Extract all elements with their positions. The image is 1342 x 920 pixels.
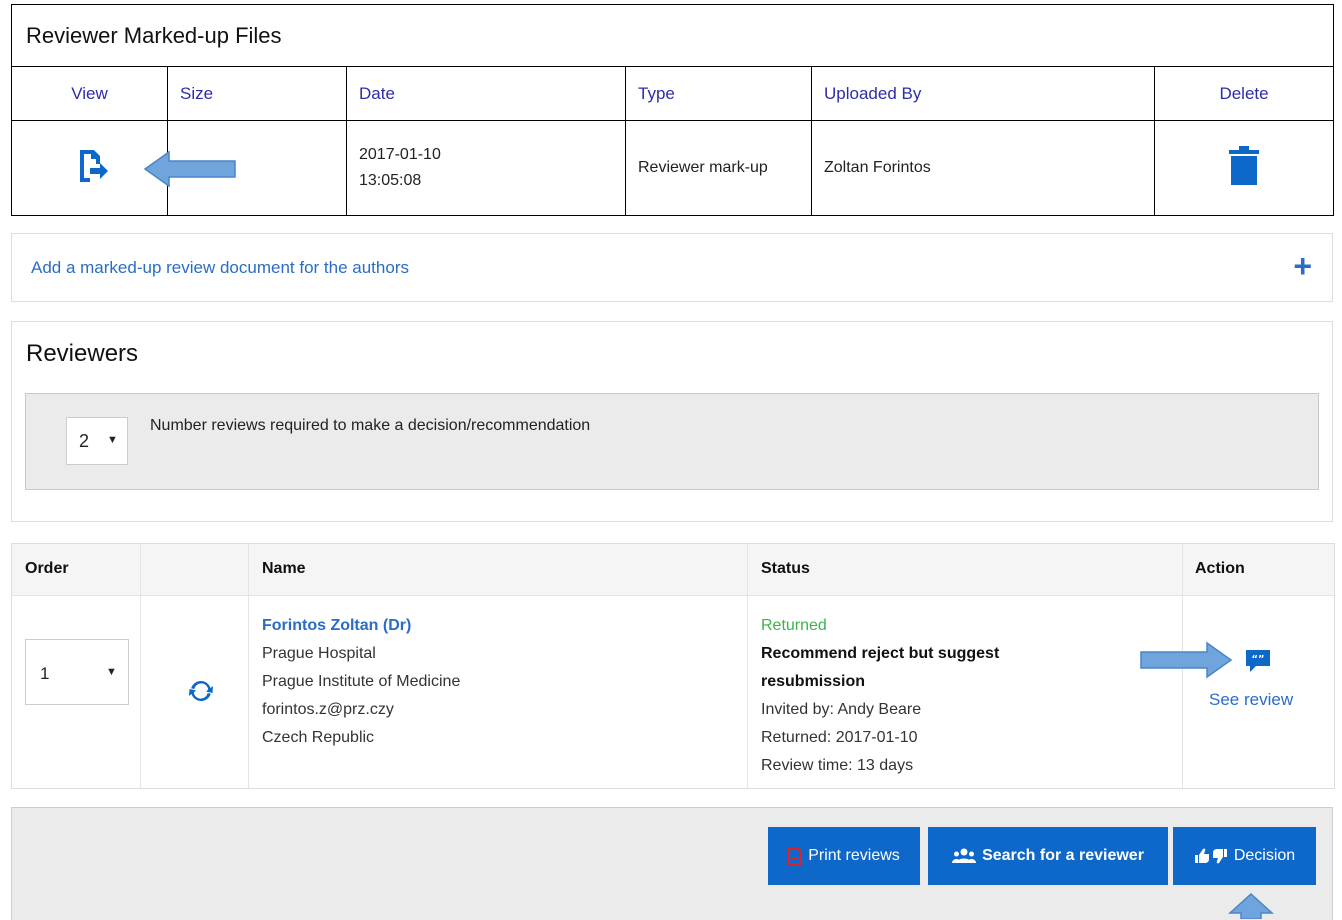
col-date: Date — [346, 66, 626, 121]
speech-bubble-quote-icon[interactable]: “” — [1244, 648, 1272, 674]
reviewer-order-select[interactable]: 1 ▼ — [25, 639, 129, 705]
users-icon — [952, 848, 977, 863]
col-uploaded-by: Uploaded By — [811, 66, 1155, 121]
col-type: Type — [625, 66, 812, 121]
reviewer-details: Forintos Zoltan (Dr) Prague Hospital Pra… — [262, 612, 460, 752]
reviewer-name-link[interactable]: Forintos Zoltan (Dr) — [262, 612, 460, 640]
reviewer-affiliation-1: Prague Hospital — [262, 645, 376, 662]
caret-down-icon: ▼ — [106, 666, 117, 678]
file-date-time: 13:05:08 — [359, 172, 422, 189]
reviewer-list-table: Order Name Status Action 1 ▼ Forintos Zo… — [11, 543, 1335, 789]
view-file-icon[interactable] — [68, 144, 112, 188]
add-markup-panel: Add a marked-up review document for the … — [11, 233, 1333, 302]
refresh-icon[interactable] — [188, 678, 214, 704]
thumbs-up-down-icon — [1194, 848, 1227, 864]
recommendation-line-2: resubmission — [761, 673, 866, 690]
recommendation-line-1: Recommend reject but suggest — [761, 645, 1000, 662]
required-reviews-box: 2 ▼ Number reviews required to make a de… — [25, 393, 1319, 490]
file-type: Reviewer mark-up — [625, 120, 812, 216]
add-markup-link[interactable]: Add a marked-up review document for the … — [31, 258, 409, 278]
decision-button[interactable]: Decision — [1173, 827, 1316, 885]
trash-icon[interactable] — [1227, 145, 1261, 186]
search-reviewer-label: Search for a reviewer — [982, 847, 1144, 864]
delete-cell — [1153, 120, 1335, 216]
print-reviews-button[interactable]: Print reviews — [768, 827, 920, 885]
required-reviews-value: 2 — [79, 431, 90, 451]
reviewer-table-header — [12, 544, 1334, 596]
col-action: Action — [1195, 560, 1245, 577]
plus-icon[interactable]: + — [1293, 250, 1312, 282]
action-bar: Print reviews Search for a reviewer Deci… — [11, 807, 1333, 920]
reviewer-email: forintos.z@prz.czy — [262, 701, 394, 718]
status-badge: Returned — [761, 617, 827, 634]
file-date: 2017-01-10 13:05:08 — [346, 120, 626, 216]
arrow-up-annotation-icon — [1228, 893, 1274, 919]
reviewer-country: Czech Republic — [262, 729, 375, 746]
reviewer-affiliation-2: Prague Institute of Medicine — [262, 673, 461, 690]
see-review-link[interactable]: See review — [1209, 690, 1293, 710]
invited-by: Invited by: Andy Beare — [761, 701, 922, 718]
col-size: Size — [167, 66, 347, 121]
col-order: Order — [25, 560, 69, 577]
arrow-left-annotation-icon — [143, 150, 236, 188]
file-date-day: 2017-01-10 — [359, 146, 441, 163]
required-reviews-label: Number reviews required to make a decisi… — [150, 417, 591, 434]
reviewer-status: Returned Recommend reject but suggest re… — [761, 612, 999, 780]
col-view: View — [11, 66, 168, 121]
arrow-right-annotation-icon — [1140, 641, 1233, 679]
files-title: Reviewer Marked-up Files — [10, 4, 1335, 67]
pdf-file-icon — [788, 847, 803, 865]
svg-text:“”: “” — [1251, 654, 1264, 665]
reviewers-title: Reviewers — [26, 340, 139, 367]
col-name: Name — [262, 560, 306, 577]
decision-label: Decision — [1233, 847, 1296, 864]
col-delete: Delete — [1153, 66, 1335, 121]
search-reviewer-button[interactable]: Search for a reviewer — [928, 827, 1168, 885]
reviewer-order-value: 1 — [40, 664, 50, 683]
review-time: Review time: 13 days — [761, 757, 914, 774]
col-status: Status — [761, 560, 810, 577]
caret-down-icon: ▼ — [107, 434, 118, 446]
required-reviews-select[interactable]: 2 ▼ — [66, 417, 128, 465]
reviewers-panel: Reviewers 2 ▼ Number reviews required to… — [11, 321, 1333, 522]
returned-date: Returned: 2017-01-10 — [761, 729, 918, 746]
file-uploader: Zoltan Forintos — [811, 120, 1155, 216]
print-reviews-label: Print reviews — [808, 847, 900, 864]
